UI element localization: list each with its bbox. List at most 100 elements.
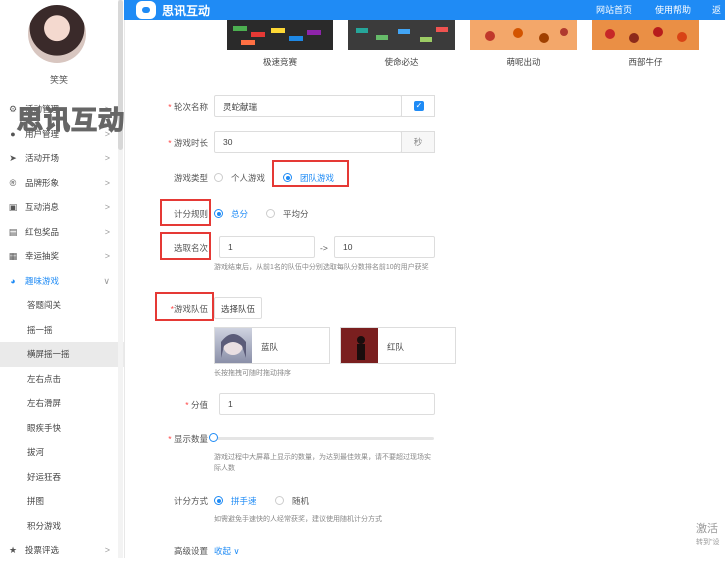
watermark: 思讯互动 xyxy=(16,104,126,135)
brand-icon: ® xyxy=(9,177,17,188)
sidebar-subitem[interactable]: 左右滑屏 xyxy=(0,391,124,416)
sidebar-item-brand[interactable]: ® 品牌形象 > xyxy=(0,171,124,196)
mission-image xyxy=(356,27,448,42)
race-cars-image xyxy=(233,26,321,45)
label-text: 轮次名称 xyxy=(173,102,208,112)
scoring-method-label: 计分方式 xyxy=(173,496,208,506)
sidebar-item-redpacket[interactable]: ▤ 红包奖品 > xyxy=(0,220,124,245)
round-name-addon: ✓ xyxy=(401,95,435,117)
duration-unit: 秒 xyxy=(401,131,435,153)
duration-input[interactable]: 30 xyxy=(214,131,402,153)
game-name: 使命必达 xyxy=(384,57,419,67)
highlight-box xyxy=(160,199,211,226)
team-hint: 长按拖拽可随时拖动排序 xyxy=(214,370,291,377)
game-thumb-cowboy[interactable] xyxy=(592,20,699,50)
sidebar-subitem[interactable]: 摇一摇 xyxy=(0,318,124,343)
sidebar-subitem[interactable]: 左右点击 xyxy=(0,367,124,392)
scoring-method-hint: 如需避免手速快的人经常获奖，建议使用随机计分方式 xyxy=(214,516,382,523)
sidebar-item-opening[interactable]: ➤ 活动开场 > xyxy=(0,146,124,171)
display-count-slider[interactable] xyxy=(214,437,434,440)
message-icon: ▣ xyxy=(8,202,18,213)
team-name: 红队 xyxy=(387,342,405,352)
sidebar-subitem[interactable]: 好运狂吞 xyxy=(0,465,124,490)
highlight-box xyxy=(155,292,214,321)
sidebar-item-label: 活动开场 xyxy=(25,153,60,164)
sidebar-subitem[interactable]: 拔河 xyxy=(0,440,124,465)
game-icon: ◕ xyxy=(10,275,16,286)
username: 笑笑 xyxy=(49,75,68,85)
avatar[interactable] xyxy=(28,5,86,63)
advanced-toggle[interactable]: 收起 ∨ xyxy=(214,545,240,557)
highlight-box xyxy=(160,232,211,260)
game-name: 萌呢出动 xyxy=(506,57,541,67)
duration-label: * 游戏时长 xyxy=(150,137,208,149)
chevron-right-icon: > xyxy=(104,177,110,188)
sidebar-subitem[interactable]: 横屏摇一摇 xyxy=(0,342,124,367)
sidebar-item-label: 趣味游戏 xyxy=(25,275,60,286)
anime-avatar-image xyxy=(221,334,246,358)
star-icon: ★ xyxy=(8,545,18,556)
sidebar-item-label: 品牌形象 xyxy=(25,177,60,188)
radio-speed[interactable] xyxy=(214,496,223,505)
activation-text: 激活 xyxy=(696,523,718,535)
sidebar-item-lottery[interactable]: ▦ 幸运抽奖 > xyxy=(0,244,124,269)
slider-handle[interactable] xyxy=(209,433,218,442)
activation-subtext: 转到"设 xyxy=(696,539,720,546)
radio-total[interactable] xyxy=(214,209,223,218)
sidebar-item-fun-games[interactable]: ◕ 趣味游戏 ∨ xyxy=(0,269,124,294)
rank-from-input[interactable]: 1 xyxy=(219,236,315,258)
sidebar-item-vote[interactable]: ★ 投票评选 > xyxy=(0,538,124,563)
rank-to-input[interactable]: 10 xyxy=(334,236,435,258)
game-thumb-cute[interactable] xyxy=(470,20,577,50)
team-card-red[interactable]: 红队 xyxy=(340,327,456,364)
sidebar-subitem[interactable]: 眼疾手快 xyxy=(0,416,124,441)
gift-icon: ▤ xyxy=(8,226,18,237)
label-text: 游戏时长 xyxy=(173,138,208,148)
sidebar-subitem[interactable]: 拼图 xyxy=(0,489,124,514)
sidebar-subitem[interactable]: 积分游戏 xyxy=(0,514,124,539)
radio-personal[interactable] xyxy=(214,173,223,182)
nav-home-link[interactable]: 网站首页 xyxy=(596,3,632,16)
chevron-down-icon: ∨ xyxy=(233,546,240,556)
team-avatar xyxy=(215,328,252,363)
select-team-button[interactable]: 选择队伍 xyxy=(214,297,262,319)
required-mark: * xyxy=(185,400,189,410)
game-name: 极速竞赛 xyxy=(262,57,297,67)
round-name-label: * 轮次名称 xyxy=(150,101,208,113)
radio-average[interactable] xyxy=(266,209,275,218)
nav-help-link[interactable]: 使用帮助 xyxy=(655,3,691,16)
sidebar-item-label: 投票评选 xyxy=(25,545,60,556)
score-input[interactable]: 1 xyxy=(219,393,435,415)
nav-back-link[interactable]: 返 xyxy=(712,3,721,16)
advanced-label: 高级设置 xyxy=(173,546,208,556)
logo-icon xyxy=(136,1,156,19)
sidebar-item-label: 互动消息 xyxy=(25,202,60,213)
round-name-input[interactable]: 灵蛇献瑞 xyxy=(214,95,402,117)
person-silhouette-image xyxy=(357,336,365,360)
chevron-right-icon: > xyxy=(104,202,110,212)
chevron-right-icon: > xyxy=(104,226,110,237)
radio-random-label[interactable]: 随机 xyxy=(292,495,309,507)
radio-total-label[interactable]: 总分 xyxy=(231,208,248,220)
radio-average-label[interactable]: 平均分 xyxy=(283,208,309,220)
display-count-hint: 游戏过程中大屏幕上显示的数量，为达到最佳效果，请不要超过现场实际人数 xyxy=(214,454,431,472)
sidebar-item-label: 红包奖品 xyxy=(25,226,60,237)
sidebar-item-messages[interactable]: ▣ 互动消息 > xyxy=(0,195,124,220)
game-type-label: 游戏类型 xyxy=(173,173,208,183)
game-thumb-speed[interactable] xyxy=(227,20,333,50)
highlight-box xyxy=(272,160,349,187)
game-thumb-mission[interactable] xyxy=(348,20,455,50)
chevron-down-icon: ∨ xyxy=(103,275,110,286)
team-card-blue[interactable]: 蓝队 xyxy=(214,327,330,364)
sidebar-subitem[interactable]: 答题闯关 xyxy=(0,293,124,318)
radio-speed-label[interactable]: 拼手速 xyxy=(231,495,257,507)
team-name: 蓝队 xyxy=(261,342,279,352)
sidebar: 笑笑 ⚙ 活动管理 > ● 用户管理 > ➤ 活动开场 > ® 品牌形象 > ▣… xyxy=(0,0,125,558)
brand-title: 思讯互动 xyxy=(162,4,211,18)
cowboy-image xyxy=(605,27,687,43)
checkbox-icon[interactable]: ✓ xyxy=(414,101,424,111)
radio-random[interactable] xyxy=(275,496,284,505)
score-label: * 分值 xyxy=(150,399,208,411)
display-count-label: * 显示数量 xyxy=(150,433,208,445)
radio-personal-label[interactable]: 个人游戏 xyxy=(231,172,265,184)
